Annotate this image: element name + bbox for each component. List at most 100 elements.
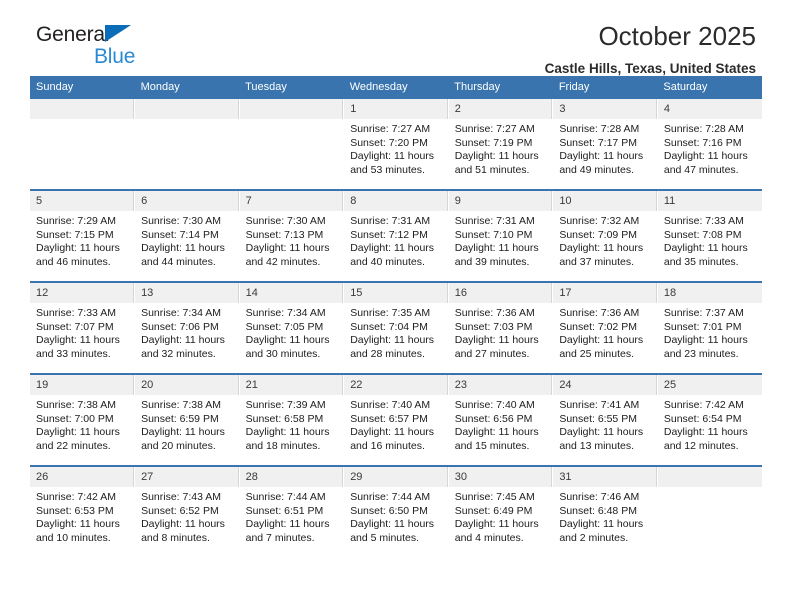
calendar-day-cell[interactable]: 21 Sunrise: 7:39 AM Sunset: 6:58 PM Dayligh… bbox=[239, 373, 345, 466]
daylight-text-line2: and 39 minutes. bbox=[454, 255, 530, 268]
daylight-text-line2: and 27 minutes. bbox=[454, 347, 530, 360]
weekday-header-saturday: Saturday bbox=[657, 76, 762, 99]
daylight-text-line2: and 47 minutes. bbox=[663, 163, 739, 176]
calendar-day-cell[interactable]: 2 Sunrise: 7:27 AM Sunset: 7:19 PM Daylight… bbox=[448, 99, 554, 190]
calendar-day-cell[interactable]: 3 Sunrise: 7:28 AM Sunset: 7:17 PM Daylight… bbox=[552, 99, 658, 190]
calendar-day-cell[interactable]: 19 Sunrise: 7:38 AM Sunset: 7:00 PM Dayligh… bbox=[30, 373, 136, 466]
calendar-day-cell[interactable]: 16 Sunrise: 7:36 AM Sunset: 7:03 PM Dayligh… bbox=[448, 281, 554, 374]
calendar-day-cell[interactable]: 5 Sunrise: 7:29 AM Sunset: 7:15 PM Daylight… bbox=[30, 189, 136, 282]
weekday-header-row: Sunday Monday Tuesday Wednesday Thursday… bbox=[30, 76, 762, 99]
calendar-day-cell[interactable]: 26 Sunrise: 7:42 AM Sunset: 6:53 PM Dayligh… bbox=[30, 465, 136, 557]
calendar-day-cell[interactable]: 6 Sunrise: 7:30 AM Sunset: 7:14 PM Daylight… bbox=[134, 189, 240, 282]
sunset-text: Sunset: 7:12 PM bbox=[350, 228, 428, 241]
daylight-text-line2: and 12 minutes. bbox=[663, 439, 739, 452]
daylight-text-line2: and 7 minutes. bbox=[245, 531, 315, 544]
calendar-day-cell[interactable]: 13 Sunrise: 7:34 AM Sunset: 7:06 PM Dayligh… bbox=[134, 281, 240, 374]
day-number: 23 bbox=[448, 375, 553, 395]
daylight-text-line1: Daylight: 11 hours bbox=[559, 150, 644, 163]
sunset-text: Sunset: 6:49 PM bbox=[454, 504, 533, 517]
day-details: Sunrise: 7:37 AM Sunset: 7:01 PM Daylight:… bbox=[658, 303, 762, 361]
calendar-day-cell[interactable]: 18 Sunrise: 7:37 AM Sunset: 7:01 PM Dayligh… bbox=[657, 281, 762, 374]
day-details bbox=[30, 119, 134, 123]
calendar-day-cell[interactable]: 31 Sunrise: 7:46 AM Sunset: 6:48 PM Dayligh… bbox=[552, 465, 658, 557]
day-details: Sunrise: 7:31 AM Sunset: 7:10 PM Daylight:… bbox=[449, 211, 553, 269]
daylight-text-line2: and 37 minutes. bbox=[559, 255, 635, 268]
page-header: General Blue October 2025 Castle Hills, … bbox=[30, 0, 762, 76]
day-number: 24 bbox=[553, 375, 657, 395]
day-number: 7 bbox=[239, 191, 344, 211]
calendar-day-cell[interactable]: 22 Sunrise: 7:40 AM Sunset: 6:57 PM Dayligh… bbox=[343, 373, 449, 466]
sunrise-text: Sunrise: 7:36 AM bbox=[454, 307, 535, 319]
calendar-day-cell[interactable]: 17 Sunrise: 7:36 AM Sunset: 7:02 PM Dayligh… bbox=[552, 281, 658, 374]
daylight-text-line1: Daylight: 11 hours bbox=[141, 518, 225, 531]
weekday-header-friday: Friday bbox=[552, 76, 658, 99]
daylight-text-line1: Daylight: 11 hours bbox=[559, 518, 644, 531]
calendar-day-cell[interactable]: 28 Sunrise: 7:44 AM Sunset: 6:51 PM Dayligh… bbox=[239, 465, 345, 557]
daylight-text-line1: Daylight: 11 hours bbox=[454, 518, 539, 531]
sunset-text: Sunset: 6:48 PM bbox=[559, 504, 637, 517]
day-details: Sunrise: 7:29 AM Sunset: 7:15 PM Daylight:… bbox=[30, 211, 134, 269]
day-number: 19 bbox=[30, 375, 135, 395]
calendar-day-cell[interactable]: 27 Sunrise: 7:43 AM Sunset: 6:52 PM Dayligh… bbox=[134, 465, 240, 557]
day-cell-inner: 6 Sunrise: 7:30 AM Sunset: 7:14 PM Daylight… bbox=[135, 191, 239, 281]
sunrise-text: Sunrise: 7:32 AM bbox=[559, 215, 640, 227]
sunrise-text: Sunrise: 7:46 AM bbox=[559, 491, 640, 503]
day-number: 28 bbox=[239, 467, 344, 487]
daylight-text-line2: and 33 minutes. bbox=[36, 347, 111, 360]
calendar-week-row: 19 Sunrise: 7:38 AM Sunset: 7:00 PM Dayligh… bbox=[30, 373, 762, 466]
day-number: 29 bbox=[344, 467, 448, 487]
sunset-text: Sunset: 7:08 PM bbox=[663, 228, 742, 241]
day-number: 5 bbox=[30, 191, 135, 211]
sunrise-sunset-calendar: Sunday Monday Tuesday Wednesday Thursday… bbox=[30, 76, 762, 557]
daylight-text-line2: and 2 minutes. bbox=[559, 531, 629, 544]
calendar-day-cell[interactable]: 23 Sunrise: 7:40 AM Sunset: 6:56 PM Dayligh… bbox=[448, 373, 554, 466]
calendar-week-row: 1 Sunrise: 7:27 AM Sunset: 7:20 PM Daylight… bbox=[30, 99, 762, 190]
calendar-day-cell[interactable]: 14 Sunrise: 7:34 AM Sunset: 7:05 PM Dayligh… bbox=[239, 281, 345, 374]
calendar-day-cell[interactable]: 11 Sunrise: 7:33 AM Sunset: 7:08 PM Dayligh… bbox=[657, 189, 762, 282]
calendar-day-cell[interactable]: 1 Sunrise: 7:27 AM Sunset: 7:20 PM Daylight… bbox=[343, 99, 449, 190]
day-details: Sunrise: 7:35 AM Sunset: 7:04 PM Daylight:… bbox=[344, 303, 448, 361]
day-details: Sunrise: 7:31 AM Sunset: 7:12 PM Daylight:… bbox=[344, 211, 448, 269]
daylight-text-line1: Daylight: 11 hours bbox=[559, 334, 644, 347]
day-number: 12 bbox=[30, 283, 135, 303]
day-number bbox=[239, 99, 344, 119]
calendar-day-cell[interactable]: 15 Sunrise: 7:35 AM Sunset: 7:04 PM Dayligh… bbox=[343, 281, 449, 374]
sunrise-text: Sunrise: 7:40 AM bbox=[454, 399, 535, 411]
calendar-day-cell[interactable]: 8 Sunrise: 7:31 AM Sunset: 7:12 PM Daylight… bbox=[343, 189, 449, 282]
calendar-body: 1 Sunrise: 7:27 AM Sunset: 7:20 PM Daylight… bbox=[30, 99, 762, 557]
daylight-text-line2: and 13 minutes. bbox=[559, 439, 635, 452]
day-cell-inner: 10 Sunrise: 7:32 AM Sunset: 7:09 PM Dayligh… bbox=[553, 191, 657, 281]
calendar-day-cell[interactable]: 29 Sunrise: 7:44 AM Sunset: 6:50 PM Dayligh… bbox=[343, 465, 449, 557]
calendar-day-cell[interactable]: 7 Sunrise: 7:30 AM Sunset: 7:13 PM Daylight… bbox=[239, 189, 345, 282]
calendar-day-cell[interactable]: 4 Sunrise: 7:28 AM Sunset: 7:16 PM Daylight… bbox=[657, 99, 762, 190]
weekday-header-thursday: Thursday bbox=[448, 76, 553, 99]
day-cell-inner: 18 Sunrise: 7:37 AM Sunset: 7:01 PM Dayligh… bbox=[657, 283, 762, 373]
sunset-text: Sunset: 6:57 PM bbox=[350, 412, 428, 425]
logo-general-label: General bbox=[36, 23, 110, 46]
daylight-text-line1: Daylight: 11 hours bbox=[350, 150, 435, 163]
daylight-text-line2: and 15 minutes. bbox=[454, 439, 530, 452]
sunset-text: Sunset: 7:13 PM bbox=[245, 228, 324, 241]
daylight-text-line1: Daylight: 11 hours bbox=[663, 334, 748, 347]
daylight-text-line1: Daylight: 11 hours bbox=[350, 334, 435, 347]
sunset-text: Sunset: 7:04 PM bbox=[350, 320, 428, 333]
calendar-day-cell[interactable]: 12 Sunrise: 7:33 AM Sunset: 7:07 PM Dayligh… bbox=[30, 281, 136, 374]
sunset-text: Sunset: 7:15 PM bbox=[36, 228, 114, 241]
day-number: 31 bbox=[553, 467, 657, 487]
day-cell-inner bbox=[30, 99, 135, 189]
day-details: Sunrise: 7:27 AM Sunset: 7:20 PM Daylight:… bbox=[344, 119, 448, 177]
day-number: 22 bbox=[344, 375, 448, 395]
calendar-day-cell[interactable]: 25 Sunrise: 7:42 AM Sunset: 6:54 PM Dayligh… bbox=[657, 373, 762, 466]
calendar-day-cell[interactable]: 24 Sunrise: 7:41 AM Sunset: 6:55 PM Dayligh… bbox=[552, 373, 658, 466]
day-number: 18 bbox=[657, 283, 762, 303]
day-cell-inner bbox=[135, 99, 239, 189]
day-number bbox=[30, 99, 135, 119]
calendar-day-cell[interactable]: 20 Sunrise: 7:38 AM Sunset: 6:59 PM Dayligh… bbox=[134, 373, 240, 466]
day-details: Sunrise: 7:36 AM Sunset: 7:02 PM Daylight:… bbox=[553, 303, 657, 361]
calendar-day-cell[interactable]: 9 Sunrise: 7:31 AM Sunset: 7:10 PM Daylight… bbox=[448, 189, 554, 282]
daylight-text-line1: Daylight: 11 hours bbox=[245, 242, 330, 255]
calendar-day-cell[interactable]: 10 Sunrise: 7:32 AM Sunset: 7:09 PM Dayligh… bbox=[552, 189, 658, 282]
calendar-day-cell[interactable]: 30 Sunrise: 7:45 AM Sunset: 6:49 PM Dayligh… bbox=[448, 465, 554, 557]
day-cell-inner: 21 Sunrise: 7:39 AM Sunset: 6:58 PM Dayligh… bbox=[239, 375, 344, 465]
day-number: 27 bbox=[135, 467, 239, 487]
